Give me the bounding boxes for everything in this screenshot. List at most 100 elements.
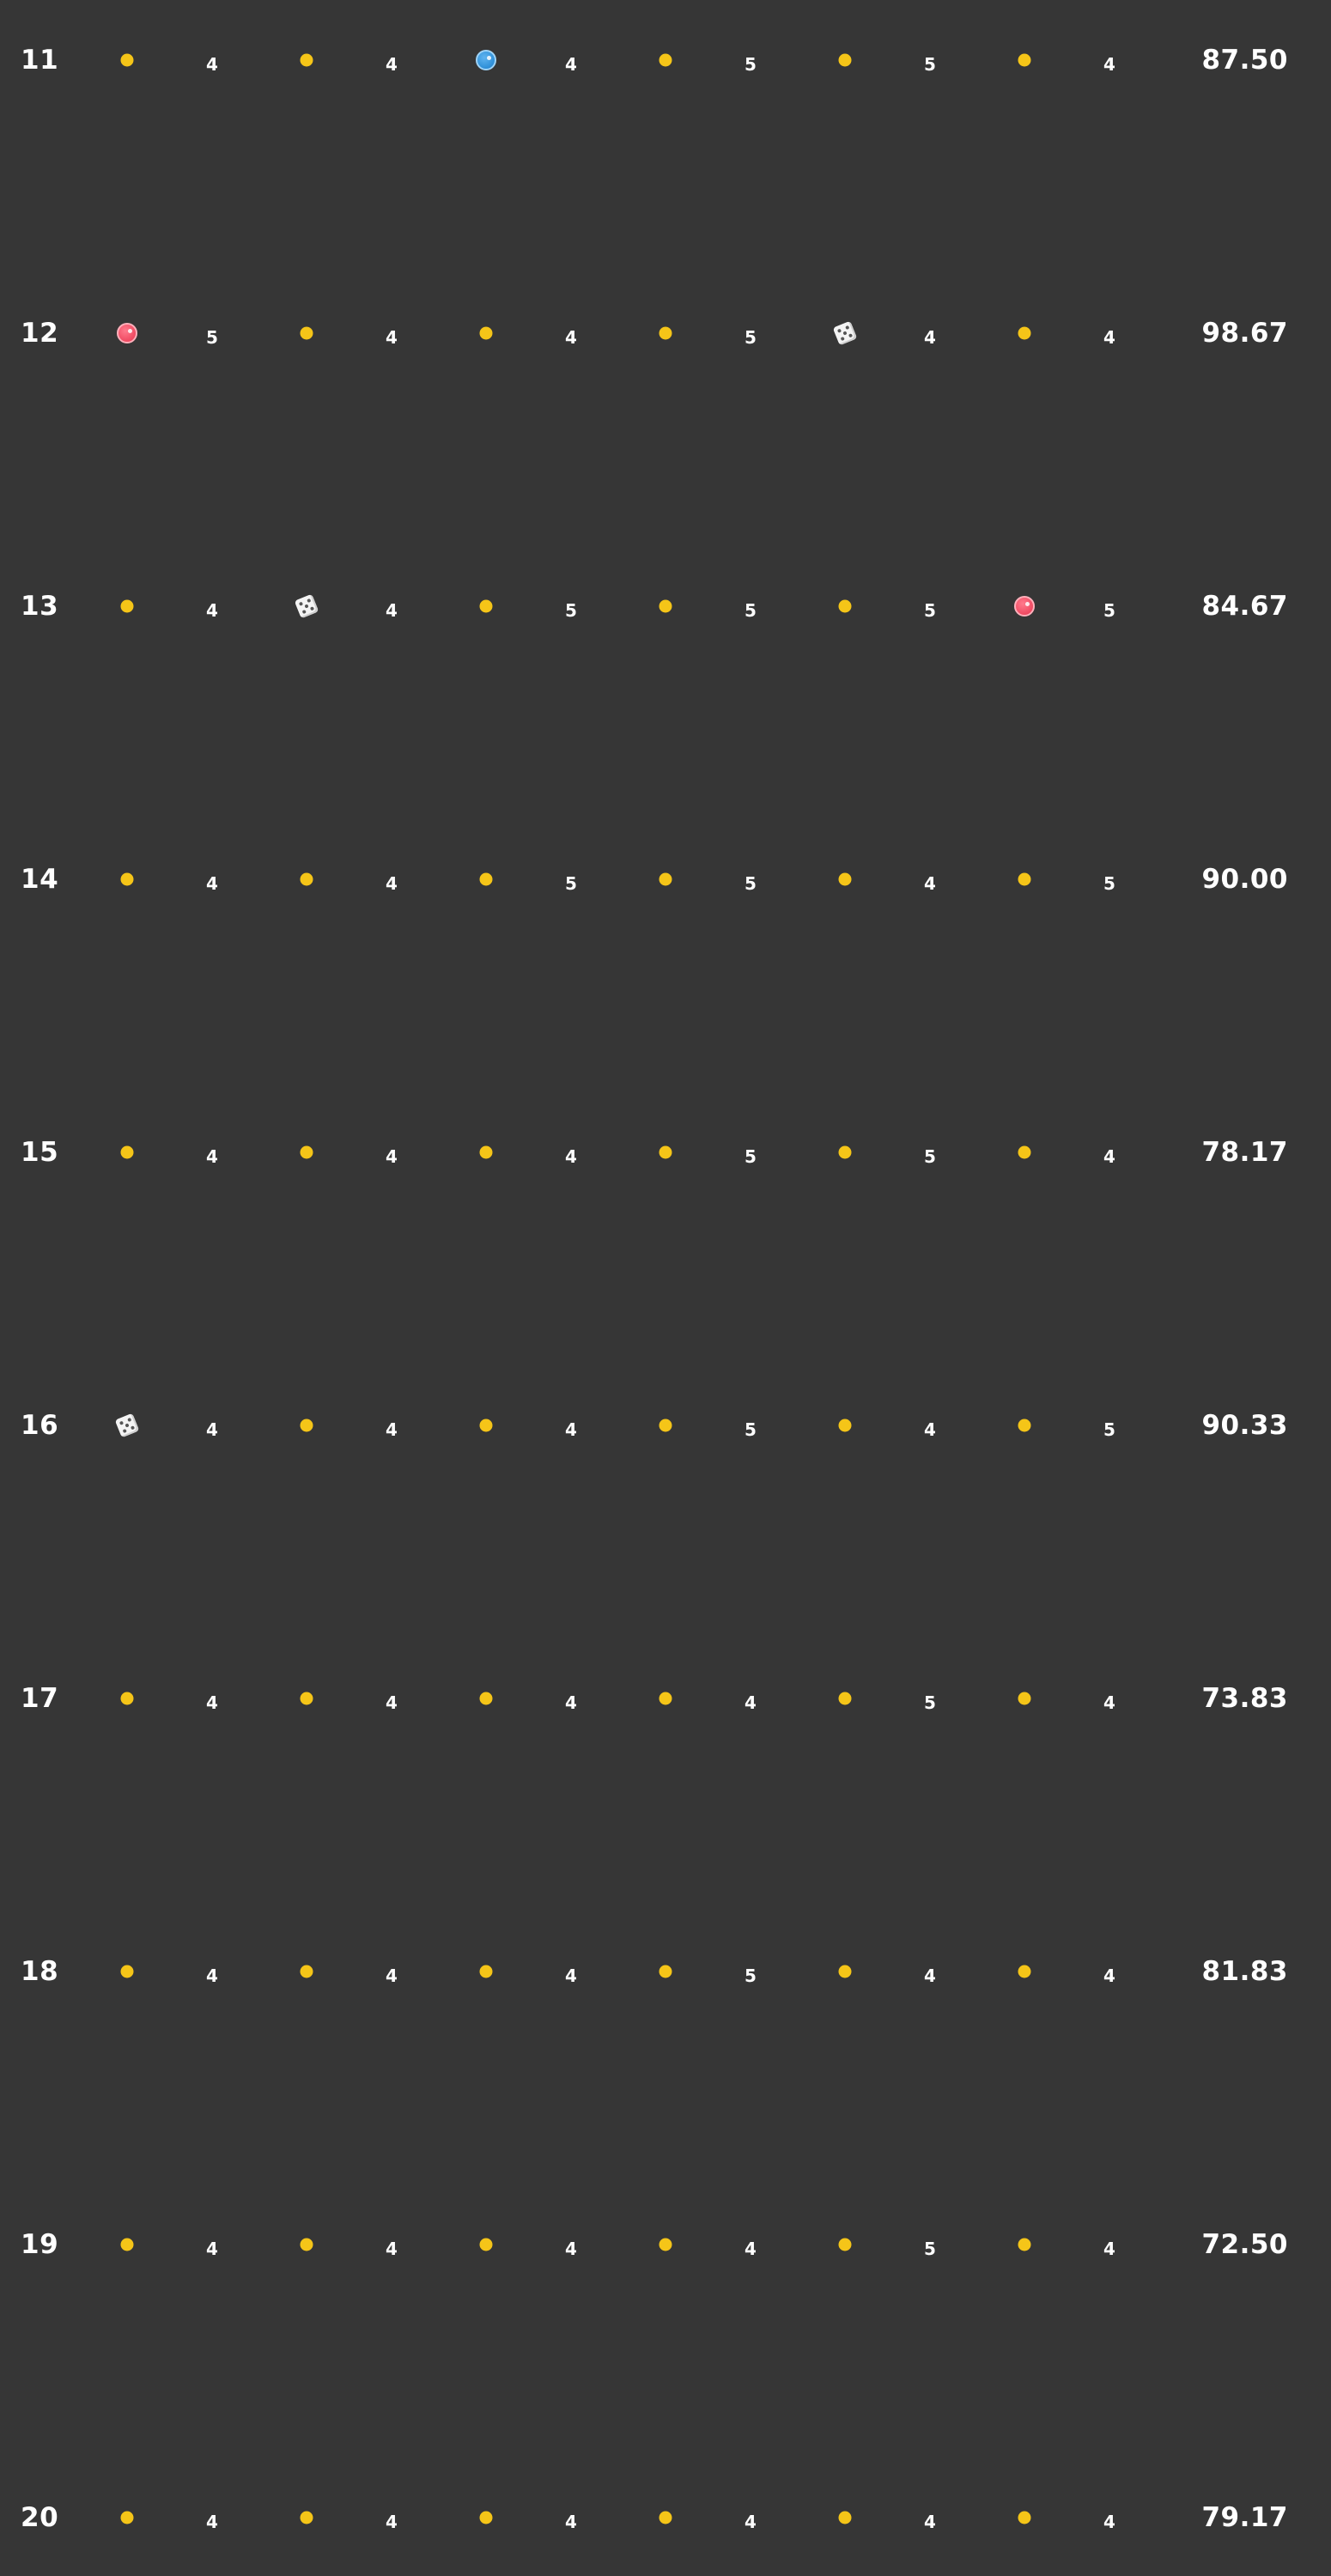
score-cell[interactable]: 5 <box>659 572 837 641</box>
score-cell[interactable]: 4 <box>838 1391 1017 1460</box>
cell-value: 4 <box>745 2511 757 2532</box>
score-cell[interactable]: 4 <box>1018 1937 1196 2006</box>
cell-value: 5 <box>1103 599 1115 621</box>
score-cell[interactable]: 5 <box>838 26 1017 94</box>
score-cell[interactable]: 4 <box>479 1937 658 2006</box>
score-cell[interactable]: 4 <box>479 2210 658 2279</box>
score-cell[interactable]: 5 <box>479 845 658 914</box>
score-cell[interactable]: 4 <box>120 1937 299 2006</box>
yellow-dot-icon <box>300 2511 313 2524</box>
score-cell[interactable]: 4 <box>659 1664 837 1733</box>
cell-value: 4 <box>924 1965 936 1986</box>
cell-value: 4 <box>1103 1965 1115 1986</box>
score-cell[interactable]: 4 <box>114 1391 299 1460</box>
score-cell[interactable]: 5 <box>659 1118 837 1187</box>
score-cell[interactable]: 5 <box>479 572 658 641</box>
cell-value: 4 <box>386 599 398 621</box>
score-cell[interactable]: 5 <box>838 1664 1017 1733</box>
score-cell[interactable]: 4 <box>120 1664 299 1733</box>
cell-value: 5 <box>745 326 757 348</box>
score-cell[interactable]: 4 <box>832 299 1017 368</box>
score-cell[interactable]: 5 <box>659 26 837 94</box>
score-cell[interactable]: 4 <box>479 1664 658 1733</box>
dice-icon <box>114 1413 140 1438</box>
score-cell[interactable]: 5 <box>1018 1391 1196 1460</box>
score-cell[interactable]: 4 <box>120 845 299 914</box>
score-cell[interactable]: 4 <box>300 1118 478 1187</box>
yellow-dot-icon <box>838 53 852 67</box>
cell-value: 4 <box>565 2511 577 2532</box>
score-cell[interactable]: 4 <box>120 572 299 641</box>
row-number: 13 <box>21 591 59 622</box>
score-cell[interactable]: 4 <box>294 572 478 641</box>
score-cell[interactable]: 5 <box>659 1937 837 2006</box>
score-cell[interactable]: 4 <box>300 1391 478 1460</box>
score-cell[interactable]: 4 <box>659 2210 837 2279</box>
score-cell[interactable]: 4 <box>1018 2483 1196 2552</box>
score-cell[interactable]: 4 <box>300 299 478 368</box>
cell-value: 4 <box>206 53 218 75</box>
yellow-dot-icon <box>838 2511 852 2524</box>
row-number: 18 <box>21 1956 59 1987</box>
row-score: 73.83 <box>1201 1683 1288 1714</box>
yellow-dot-icon <box>838 1419 852 1432</box>
score-cell[interactable]: 4 <box>1018 2210 1196 2279</box>
score-cell[interactable]: 4 <box>479 1391 658 1460</box>
cell-value: 5 <box>745 1419 757 1440</box>
yellow-dot-icon <box>659 326 672 340</box>
score-cell[interactable]: 5 <box>1014 572 1196 641</box>
yellow-dot-icon <box>300 326 313 340</box>
score-cell[interactable]: 5 <box>659 299 837 368</box>
score-cell[interactable]: 5 <box>117 299 299 368</box>
score-row: 13 4 4 5 5 5 5 84.67 <box>0 572 1331 641</box>
score-cell[interactable]: 4 <box>838 1937 1017 2006</box>
row-number: 11 <box>21 45 59 76</box>
score-cell[interactable]: 5 <box>659 845 837 914</box>
score-cell[interactable]: 4 <box>1018 26 1196 94</box>
yellow-dot-icon <box>120 2511 134 2524</box>
score-cell[interactable]: 5 <box>659 1391 837 1460</box>
score-cell[interactable]: 4 <box>479 299 658 368</box>
yellow-dot-icon <box>838 599 852 613</box>
yellow-dot-icon <box>300 1419 313 1432</box>
score-cell[interactable]: 4 <box>300 1937 478 2006</box>
yellow-dot-icon <box>838 1692 852 1705</box>
score-cell[interactable]: 4 <box>120 26 299 94</box>
score-row: 11 4 4 4 5 5 4 87.50 <box>0 26 1331 94</box>
cell-value: 4 <box>1103 1692 1115 1713</box>
score-row: 14 4 4 5 5 4 5 90.00 <box>0 845 1331 914</box>
score-cell[interactable]: 4 <box>838 2483 1017 2552</box>
score-cell[interactable]: 5 <box>838 1118 1017 1187</box>
yellow-dot-icon <box>120 872 134 886</box>
row-number: 15 <box>21 1137 59 1168</box>
score-cell[interactable]: 4 <box>476 26 658 94</box>
score-cell[interactable]: 4 <box>479 1118 658 1187</box>
yellow-dot-icon <box>120 1692 134 1705</box>
score-cell[interactable]: 4 <box>1018 1118 1196 1187</box>
score-cell[interactable]: 4 <box>300 2483 478 2552</box>
score-board: 11 4 4 4 5 5 4 87.50 12 5 4 4 5 4 4 98.67 13 4 4 5 5 5 5 84.67 1… <box>0 0 1331 2576</box>
score-cell[interactable]: 4 <box>1018 1664 1196 1733</box>
cell-value: 4 <box>924 1419 936 1440</box>
score-cell[interactable]: 4 <box>1018 299 1196 368</box>
cell-value: 4 <box>924 2511 936 2532</box>
score-cell[interactable]: 4 <box>120 2483 299 2552</box>
cell-value: 5 <box>745 1145 757 1167</box>
score-cell[interactable]: 4 <box>120 2210 299 2279</box>
yellow-dot-icon <box>838 1145 852 1159</box>
score-cell[interactable]: 4 <box>659 2483 837 2552</box>
score-cell[interactable]: 4 <box>300 26 478 94</box>
cell-value: 4 <box>1103 2511 1115 2532</box>
cell-value: 4 <box>924 326 936 348</box>
score-cell[interactable]: 5 <box>838 572 1017 641</box>
score-cell[interactable]: 4 <box>300 845 478 914</box>
score-cell[interactable]: 5 <box>838 2210 1017 2279</box>
score-cell[interactable]: 4 <box>300 2210 478 2279</box>
score-cell[interactable]: 5 <box>1018 845 1196 914</box>
score-cell[interactable]: 4 <box>120 1118 299 1187</box>
cell-value: 4 <box>386 326 398 348</box>
row-number: 20 <box>21 2502 59 2533</box>
score-cell[interactable]: 4 <box>479 2483 658 2552</box>
score-cell[interactable]: 4 <box>300 1664 478 1733</box>
score-cell[interactable]: 4 <box>838 845 1017 914</box>
